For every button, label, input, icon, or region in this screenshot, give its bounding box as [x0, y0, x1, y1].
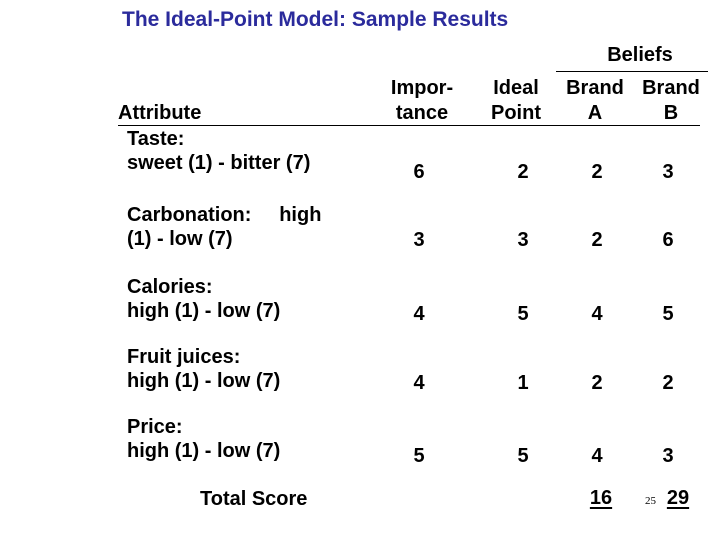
attribute-name: Calories:: [127, 276, 213, 298]
beliefs-overline: [556, 71, 708, 72]
total-brand-b: 29: [666, 487, 690, 509]
row-calories-brand-a: 4: [591, 303, 603, 325]
attribute-scale: high (1) - low (7): [127, 370, 281, 392]
header-brand-b: Brand B: [633, 76, 709, 126]
header-importance-line1: Impor-: [390, 77, 454, 99]
header-attribute: Attribute: [118, 102, 202, 124]
row-carbonation-ideal: 3: [517, 229, 529, 251]
header-ideal-point: Ideal Point: [476, 76, 556, 126]
header-underline: [118, 125, 700, 126]
header-brand-a-line1: Brand: [566, 77, 624, 99]
header-importance-line2: tance: [395, 102, 449, 124]
header-brand-a: Brand A: [557, 76, 633, 126]
header-brand-a-line2: A: [587, 102, 603, 124]
row-calories-brand-b: 5: [662, 303, 674, 325]
header-ideal-line1: Ideal: [493, 77, 539, 99]
row-calories-importance: 4: [413, 303, 425, 325]
row-fruit-juices-ideal: 1: [517, 372, 529, 394]
attribute-scale: (1) - low (7): [127, 228, 233, 250]
attribute-name: Taste:: [127, 128, 185, 150]
beliefs-group-label: Beliefs: [607, 44, 673, 66]
slide-number: 25: [645, 495, 656, 507]
row-carbonation-label: Carbonation: high (1) - low (7): [127, 203, 321, 251]
row-taste-brand-a: 2: [591, 161, 603, 183]
attribute-scale: high (1) - low (7): [127, 440, 281, 462]
total-score-label: Total Score: [200, 488, 308, 510]
row-price-brand-b: 3: [662, 445, 674, 467]
row-calories-ideal: 5: [517, 303, 529, 325]
attribute-scale: high (1) - low (7): [127, 300, 281, 322]
attribute-name: Price:: [127, 416, 183, 438]
row-taste-label: Taste: sweet (1) - bitter (7): [127, 127, 310, 175]
row-fruit-juices-importance: 4: [413, 372, 425, 394]
slide-title: The Ideal-Point Model: Sample Results: [122, 8, 509, 31]
attribute-name: Fruit juices:: [127, 346, 241, 368]
row-calories-label: Calories: high (1) - low (7): [127, 275, 280, 323]
header-importance: Impor- tance: [372, 76, 472, 126]
row-carbonation-importance: 3: [413, 229, 425, 251]
row-taste-ideal: 2: [517, 161, 529, 183]
header-ideal-line2: Point: [491, 102, 541, 124]
attribute-name: Carbonation: high: [127, 204, 322, 226]
row-taste-brand-b: 3: [662, 161, 674, 183]
row-fruit-juices-brand-a: 2: [591, 372, 603, 394]
row-price-ideal: 5: [517, 445, 529, 467]
row-price-brand-a: 4: [591, 445, 603, 467]
row-carbonation-brand-b: 6: [662, 229, 674, 251]
row-fruit-juices-brand-b: 2: [662, 372, 674, 394]
row-carbonation-brand-a: 2: [591, 229, 603, 251]
total-brand-a: 16: [589, 487, 613, 509]
header-brand-b-line2: B: [663, 102, 679, 124]
row-fruit-juices-label: Fruit juices: high (1) - low (7): [127, 345, 280, 393]
row-taste-importance: 6: [413, 161, 425, 183]
header-brand-b-line1: Brand: [642, 77, 700, 99]
attribute-scale: sweet (1) - bitter (7): [127, 152, 311, 174]
row-price-importance: 5: [413, 445, 425, 467]
row-price-label: Price: high (1) - low (7): [127, 415, 280, 463]
